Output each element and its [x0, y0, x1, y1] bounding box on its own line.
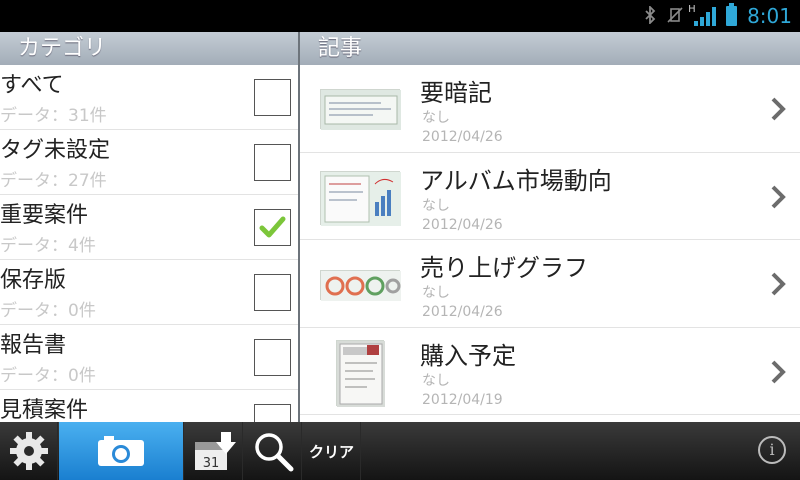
article-row[interactable]: アルバム市場動向 なし 2012/04/26 — [300, 153, 800, 240]
bluetooth-icon — [644, 4, 656, 27]
chevron-right-icon — [771, 272, 786, 296]
article-title: 売り上げグラフ — [420, 254, 588, 282]
clear-button[interactable]: クリア — [303, 422, 361, 480]
gear-icon — [9, 432, 48, 470]
camera-icon — [98, 436, 144, 466]
category-row[interactable]: 重要案件 データ：4件 — [0, 195, 298, 260]
article-row[interactable]: 要暗記 なし 2012/04/26 — [300, 65, 800, 153]
article-thumbnail — [336, 339, 385, 407]
category-name: 保存版 — [0, 268, 67, 293]
status-time: 8:01 — [747, 4, 792, 28]
chevron-right-icon — [771, 360, 786, 383]
category-header: カテゴリ — [0, 32, 298, 65]
article-date: 2012/04/26 — [422, 216, 503, 233]
category-name: 報告書 — [0, 333, 67, 358]
article-title: 購入予定 — [420, 341, 516, 370]
category-checkbox[interactable] — [254, 339, 291, 376]
category-row[interactable]: 報告書 データ：0件 — [0, 325, 298, 390]
article-date: 2012/04/19 — [422, 391, 503, 408]
article-row[interactable]: 購入予定 なし 2012/04/19 — [300, 328, 800, 415]
article-header: 記事 — [300, 32, 800, 65]
status-bar: H 8:01 — [0, 0, 800, 32]
info-icon: i — [769, 440, 775, 459]
camera-button[interactable] — [59, 422, 184, 480]
article-thumbnail — [320, 270, 401, 301]
battery-icon — [726, 3, 738, 26]
calendar-download-icon: 31 — [194, 432, 236, 471]
category-checkbox[interactable] — [254, 144, 291, 181]
info-button[interactable]: i — [758, 436, 786, 464]
category-row[interactable]: 保存版 データ：0件 — [0, 260, 298, 325]
article-title: 要暗記 — [420, 79, 492, 107]
import-date-button[interactable]: 31 — [185, 422, 243, 480]
category-name: タグ未設定 — [0, 138, 111, 163]
category-row[interactable]: すべて データ：31件 — [0, 65, 298, 130]
category-count: データ：31件 — [0, 106, 107, 126]
clear-label: クリア — [308, 442, 354, 461]
signal-icon: H — [688, 4, 717, 26]
vibrate-off-icon — [666, 6, 684, 27]
article-tag: なし — [422, 372, 450, 389]
article-thumbnail — [320, 170, 401, 226]
category-name: すべて — [0, 73, 64, 98]
settings-button[interactable] — [0, 422, 58, 480]
chevron-right-icon — [771, 97, 786, 121]
article-tag: なし — [422, 110, 450, 126]
category-count: データ：0件 — [0, 366, 96, 386]
chevron-right-icon — [771, 185, 786, 208]
svg-text:31: 31 — [202, 456, 219, 471]
category-checkbox[interactable] — [254, 79, 291, 116]
category-count: データ：0件 — [0, 301, 96, 321]
category-checkbox[interactable] — [254, 274, 291, 311]
article-row[interactable]: 売り上げグラフ なし 2012/04/26 — [300, 240, 800, 328]
category-name: 重要案件 — [0, 203, 89, 228]
article-title: アルバム市場動向 — [420, 166, 612, 195]
category-count: データ：4件 — [0, 236, 96, 256]
category-row[interactable]: 見積案件 — [0, 390, 298, 422]
bottom-toolbar: 31 クリア i — [0, 422, 800, 480]
search-icon — [254, 433, 293, 472]
category-checkbox[interactable] — [254, 404, 291, 422]
category-name: 見積案件 — [0, 398, 89, 422]
category-count: データ：27件 — [0, 171, 107, 191]
article-date: 2012/04/26 — [422, 304, 503, 320]
search-button[interactable] — [244, 422, 302, 480]
category-row[interactable]: タグ未設定 データ：27件 — [0, 130, 298, 195]
article-date: 2012/04/26 — [422, 129, 503, 145]
article-tag: なし — [422, 197, 450, 214]
article-thumbnail — [320, 89, 401, 130]
category-list[interactable]: すべて データ：31件 タグ未設定 データ：27件 重要案件 データ：4件 保存… — [0, 65, 298, 422]
category-checkbox-checked[interactable] — [254, 209, 291, 246]
checkmark-icon — [259, 216, 286, 238]
article-list[interactable]: 要暗記 なし 2012/04/26 アルバム市場動向 なし 2012/04/26 — [300, 65, 800, 422]
article-tag: なし — [422, 285, 450, 301]
